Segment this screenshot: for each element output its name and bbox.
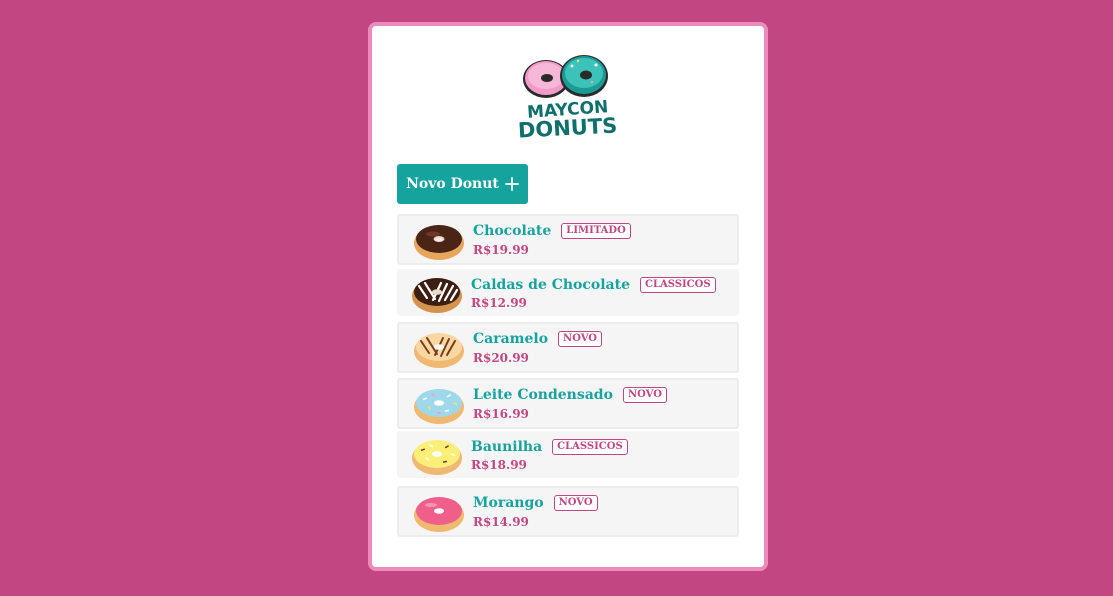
caramel-donut-icon [414,333,464,368]
donut-item[interactable]: Chocolate LIMITADO R$19.99 [397,214,739,265]
donut-badge: NOVO [622,387,667,403]
maycon-donuts-logo: MAYCON DONUTS [518,55,618,138]
donut-badge: LIMITADO [561,223,631,239]
strawberry-donut-icon [414,497,464,532]
chocolate-drizzle-donut-icon [412,278,462,313]
chocolate-donut-icon [414,225,464,260]
plus-icon [504,177,519,191]
donut-price: R$12.99 [471,296,527,310]
donut-price: R$20.99 [473,351,529,365]
donut-name: Morango [473,495,544,511]
donut-item[interactable]: Leite Condensado NOVO R$16.99 [397,378,739,429]
donut-price: R$19.99 [473,243,529,257]
donut-card: MAYCON DONUTS Novo Donut Chocolate LIMIT… [368,22,768,571]
donut-badge: NOVO [558,331,603,347]
donut-badge: CLASSICOS [552,439,628,455]
donut-price: R$16.99 [473,407,529,421]
donut-item[interactable]: Baunilha CLASSICOS R$18.99 [397,431,739,478]
donut-item[interactable]: Caramelo NOVO R$20.99 [397,322,739,373]
new-donut-button[interactable]: Novo Donut [397,164,528,204]
vanilla-sprinkles-donut-icon [412,440,462,475]
donut-name: Leite Condensado [473,387,613,403]
donut-name: Caldas de Chocolate [471,277,631,293]
donut-item[interactable]: Morango NOVO R$14.99 [397,486,739,537]
new-donut-label: Novo Donut [406,176,499,192]
donut-item[interactable]: Caldas de Chocolate CLASSICOS R$12.99 [397,269,739,316]
donut-price: R$18.99 [471,458,527,472]
donut-name: Caramelo [473,331,549,347]
donut-price: R$14.99 [473,515,529,529]
blue-sprinkles-donut-icon [414,389,464,424]
donut-badge: CLASSICOS [640,277,716,293]
donut-badge: NOVO [553,495,598,511]
donut-name: Chocolate [473,223,552,239]
svg-text:DONUTS: DONUTS [518,113,618,138]
donut-name: Baunilha [471,439,543,455]
